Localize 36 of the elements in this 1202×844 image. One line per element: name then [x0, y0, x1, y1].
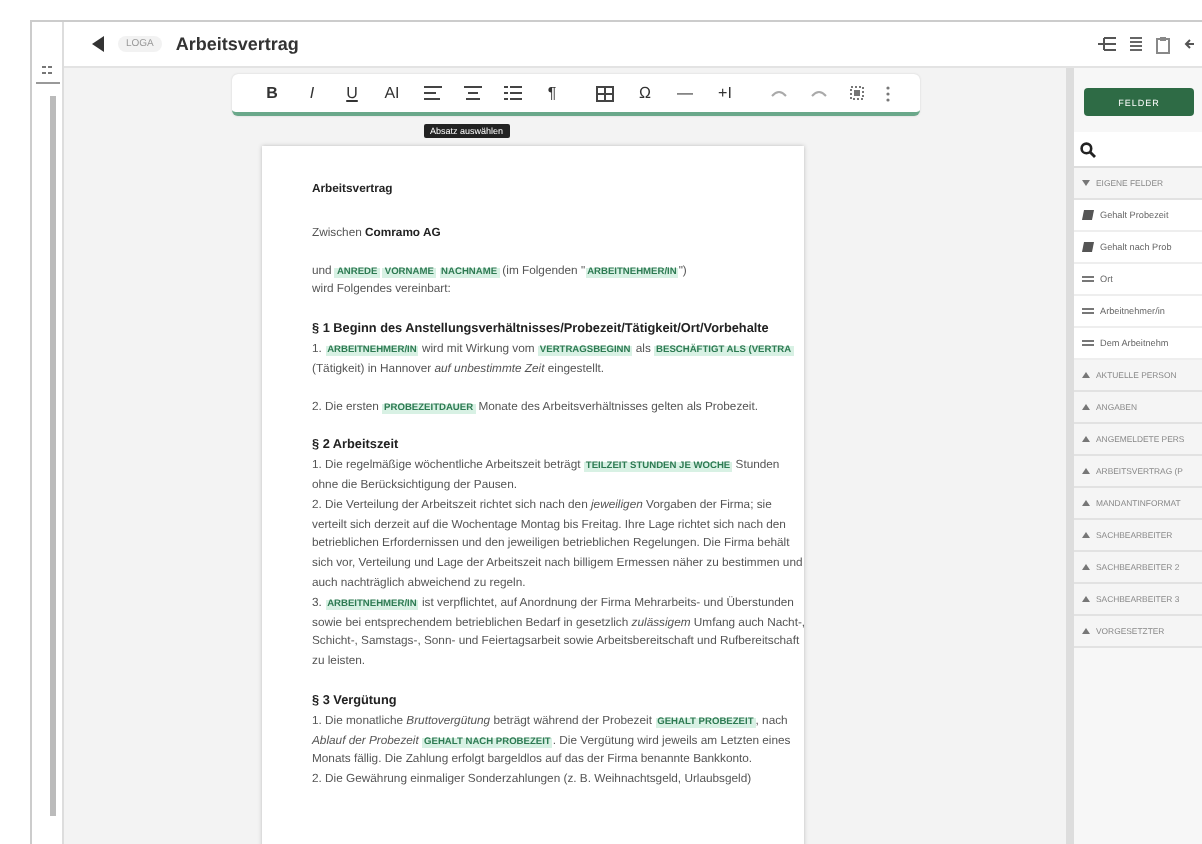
caret-icon [1082, 500, 1090, 506]
format-button[interactable]: U [332, 81, 372, 105]
format-button[interactable]: — [665, 81, 705, 105]
tree-icon[interactable] [1098, 36, 1116, 52]
table-icon[interactable] [596, 85, 614, 101]
list-icon[interactable] [503, 86, 521, 100]
window-title: Arbeitsvertrag [175, 34, 299, 54]
caret-icon [1082, 180, 1090, 186]
text-field-icon [1082, 340, 1094, 346]
clipboard-icon[interactable] [1156, 35, 1170, 53]
format-button[interactable]: B [252, 81, 292, 105]
caret-icon [1082, 404, 1090, 410]
text-field-icon [1082, 308, 1094, 314]
scrollbar[interactable] [50, 96, 56, 816]
list-icon[interactable] [1130, 36, 1142, 52]
align-left-icon[interactable] [423, 86, 441, 100]
align-center-icon[interactable] [463, 86, 481, 100]
caret-icon [1082, 436, 1090, 442]
caret-icon [1082, 532, 1090, 538]
format-button[interactable]: ¶ [532, 81, 572, 105]
grip-icon[interactable] [42, 66, 52, 76]
text-field-icon [1082, 276, 1094, 282]
search-icon [1080, 141, 1096, 157]
caret-icon [1082, 564, 1090, 570]
format-button[interactable]: I [292, 81, 332, 105]
caret-icon [1082, 468, 1090, 474]
format-button[interactable]: AI [372, 81, 412, 105]
select-all-icon[interactable] [849, 86, 863, 100]
format-button[interactable]: +I [705, 81, 745, 105]
format-button[interactable]: Ω [625, 81, 665, 105]
caret-icon [1082, 628, 1090, 634]
back-icon[interactable] [92, 36, 104, 52]
caret-icon [1082, 372, 1090, 378]
arrow-icon[interactable] [1184, 36, 1194, 52]
search-field[interactable] [1074, 132, 1202, 168]
caret-icon [1082, 596, 1090, 602]
